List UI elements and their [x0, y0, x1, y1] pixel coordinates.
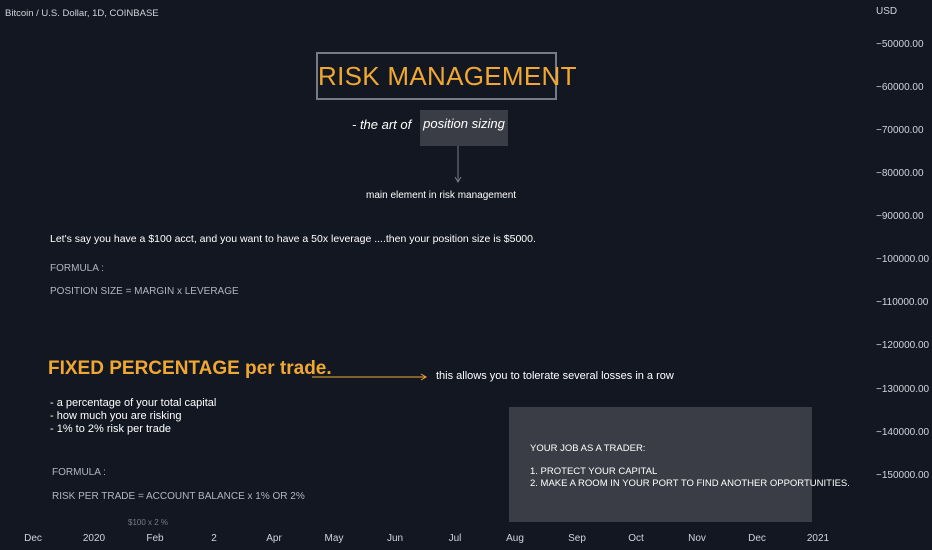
x-tick-label: Jul — [448, 533, 462, 544]
job-item: 2. MAKE A ROOM IN YOUR PORT TO FIND ANOT… — [530, 478, 850, 489]
fixed-percentage-heading: FIXED PERCENTAGE per trade. — [48, 358, 332, 379]
x-tick-label: 2021 — [806, 533, 830, 544]
x-tick-label: Apr — [266, 533, 282, 544]
y-tick-label: −60000.00 — [876, 82, 924, 93]
time-axis[interactable]: Dec 2020 Feb 2 Apr May Jun Jul Aug Sep O… — [0, 530, 862, 550]
y-tick-label: −80000.00 — [876, 168, 924, 179]
formula-text: RISK PER TRADE = ACCOUNT BALANCE x 1% OR… — [52, 491, 305, 502]
y-tick-label: −110000.00 — [876, 297, 929, 308]
x-tick-label: Dec — [748, 533, 766, 544]
y-tick-label: −70000.00 — [876, 125, 924, 136]
example-calculation: $100 x 2 % — [128, 518, 169, 527]
y-tick-label: −120000.00 — [876, 340, 930, 351]
subtitle-highlight-box[interactable]: position sizing — [420, 110, 508, 146]
x-tick-label: Oct — [628, 533, 644, 544]
x-tick-label: Aug — [506, 533, 524, 544]
formula-text: POSITION SIZE = MARGIN x LEVERAGE — [50, 286, 239, 297]
bullet-list: - a percentage of your total capital - h… — [50, 397, 216, 436]
x-tick-label: May — [324, 533, 344, 544]
fixed-percentage-note: this allows you to tolerate several loss… — [436, 370, 674, 382]
y-tick-label: −50000.00 — [876, 39, 924, 50]
bullet-item: - a percentage of your total capital — [50, 397, 217, 409]
y-tick-label: −90000.00 — [876, 211, 924, 222]
bullet-item: - 1% to 2% risk per trade — [50, 423, 172, 435]
x-tick-label: Jun — [386, 533, 404, 544]
x-tick-label: Nov — [688, 533, 706, 544]
x-tick-label: 2 — [211, 533, 217, 544]
y-tick-label: −140000.00 — [876, 427, 930, 438]
formula-label: FORMULA : — [52, 467, 106, 478]
y-tick-label: −130000.00 — [876, 384, 930, 395]
chart-canvas: Bitcoin / U.S. Dollar, 1D, COINBASE USD … — [0, 0, 932, 550]
trader-job-box[interactable]: YOUR JOB AS A TRADER: 1. PROTECT YOUR CA… — [509, 407, 850, 522]
job-list: 1. PROTECT YOUR CAPITAL 2. MAKE A ROOM I… — [530, 466, 850, 490]
headline-text: RISK MANAGEMENT — [318, 61, 577, 91]
currency-label: USD — [876, 6, 898, 17]
main-element-note: main element in risk management — [366, 190, 517, 201]
y-tick-label: −100000.00 — [876, 254, 930, 265]
subtitle-prefix: - the art of — [352, 117, 412, 132]
x-tick-label: Feb — [146, 533, 164, 544]
job-title: YOUR JOB AS A TRADER: — [530, 443, 646, 454]
bullet-item: - how much you are risking — [50, 410, 182, 422]
x-tick-label: 2020 — [82, 533, 106, 544]
x-tick-label: Sep — [568, 533, 586, 544]
headline-box[interactable]: RISK MANAGEMENT — [316, 52, 577, 100]
price-axis[interactable]: USD −50000.00 −60000.00 −70000.00 −80000… — [862, 0, 932, 550]
y-tick-label: −150000.00 — [876, 470, 930, 481]
subtitle-highlight-text: position sizing — [423, 116, 505, 131]
job-item: 1. PROTECT YOUR CAPITAL — [530, 466, 658, 477]
example-text: Let's say you have a $100 acct, and you … — [50, 233, 536, 245]
formula-label: FORMULA : — [50, 263, 104, 274]
x-tick-label: Dec — [24, 533, 42, 544]
